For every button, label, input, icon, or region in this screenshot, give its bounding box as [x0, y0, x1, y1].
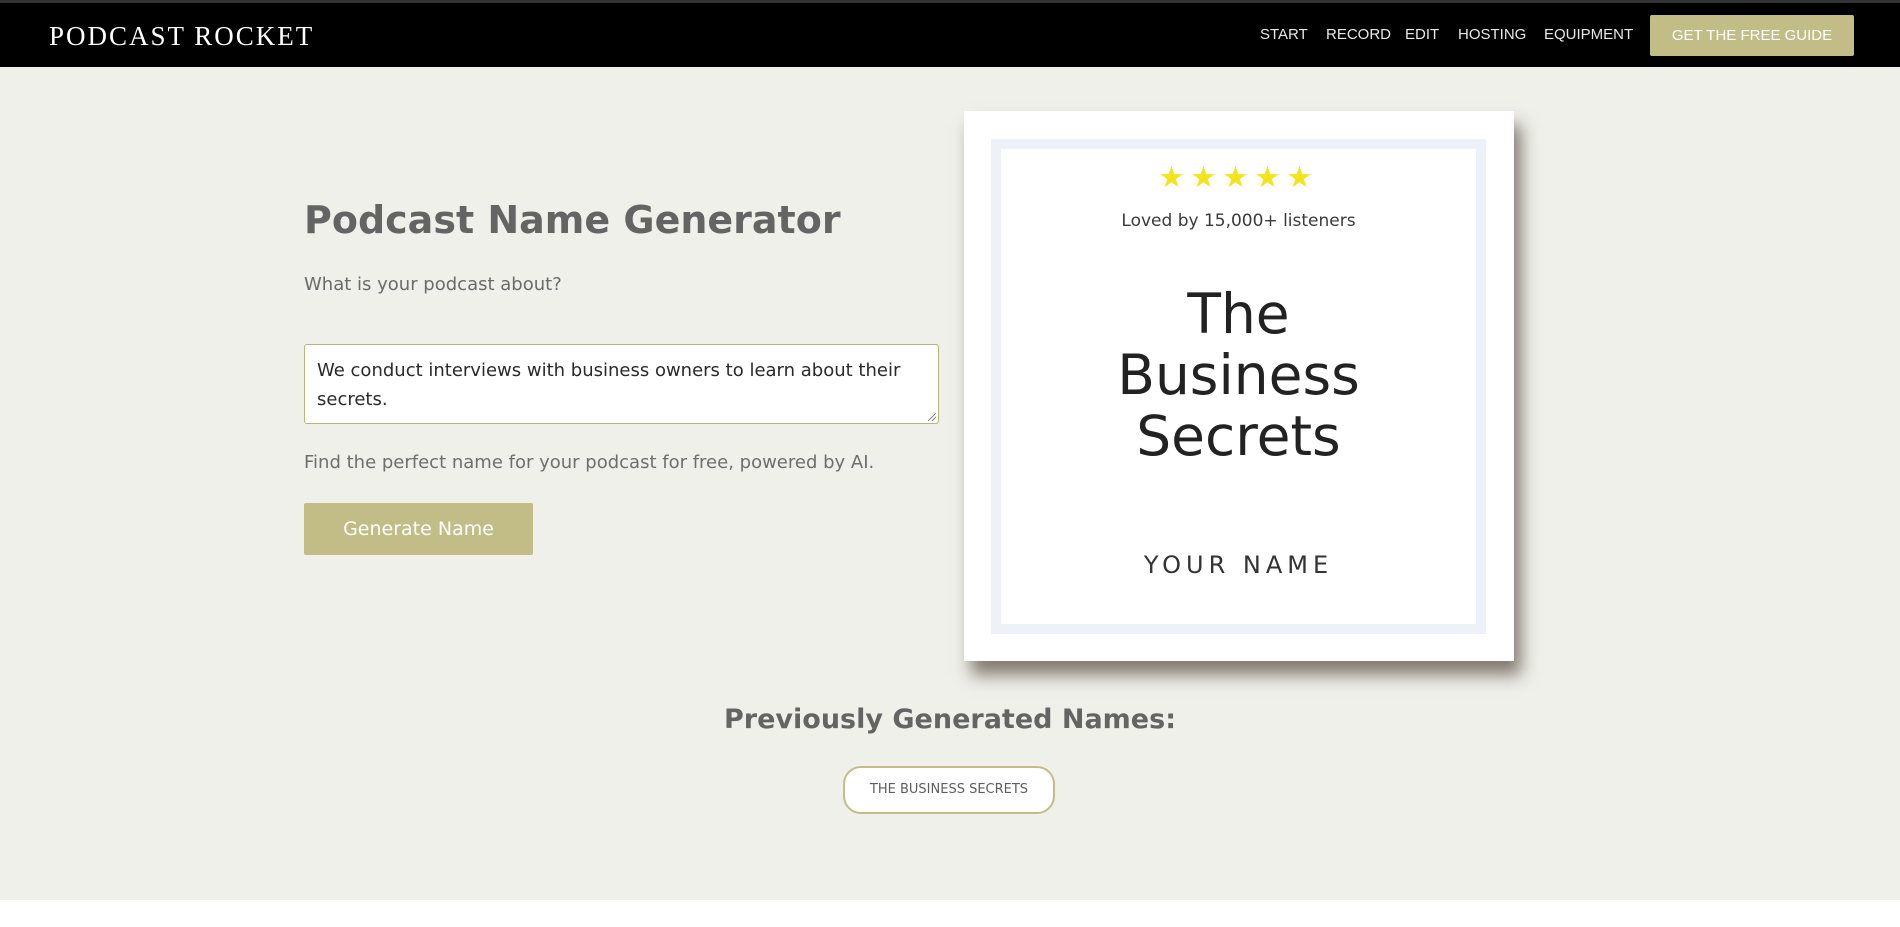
- topic-prompt-label: What is your podcast about?: [304, 274, 562, 295]
- previous-names-heading: Previously Generated Names:: [724, 704, 1176, 735]
- podcast-cover-preview: ★★★★★ Loved by 15,000+ listeners The Bus…: [964, 111, 1514, 661]
- cover-title-line: Secrets: [1136, 404, 1341, 468]
- nav-link-start[interactable]: START: [1260, 26, 1308, 43]
- topic-textarea-value: We conduct interviews with business owne…: [317, 360, 901, 410]
- top-navbar: PODCAST ROCKET START RECORD EDIT HOSTING…: [0, 0, 1900, 67]
- site-logo[interactable]: PODCAST ROCKET: [49, 21, 314, 52]
- nav-link-edit[interactable]: EDIT: [1405, 26, 1439, 43]
- previous-name-pill[interactable]: THE BUSINESS SECRETS: [843, 766, 1055, 814]
- cover-frame: ★★★★★ Loved by 15,000+ listeners The Bus…: [991, 139, 1486, 634]
- nav-link-equipment[interactable]: EQUIPMENT: [1544, 26, 1633, 43]
- cover-title: The Business Secrets: [1001, 284, 1476, 467]
- page-title: Podcast Name Generator: [304, 198, 841, 242]
- cover-author: YOUR NAME: [1143, 551, 1334, 579]
- nav-link-hosting[interactable]: HOSTING: [1458, 26, 1526, 43]
- hero-section: Podcast Name Generator What is your podc…: [0, 67, 1900, 900]
- topic-textarea[interactable]: We conduct interviews with business owne…: [304, 344, 939, 424]
- nav-link-record[interactable]: RECORD: [1326, 26, 1391, 43]
- helper-text: Find the perfect name for your podcast f…: [304, 452, 875, 473]
- star-rating-icon: ★★★★★: [1158, 160, 1319, 194]
- free-guide-button[interactable]: GET THE FREE GUIDE: [1650, 15, 1854, 56]
- cover-title-line: Business: [1117, 343, 1360, 407]
- rating-text: Loved by 15,000+ listeners: [1121, 211, 1356, 231]
- resize-handle-icon[interactable]: [928, 413, 936, 421]
- cover-title-line: The: [1187, 282, 1290, 346]
- generate-name-button[interactable]: Generate Name: [304, 503, 533, 555]
